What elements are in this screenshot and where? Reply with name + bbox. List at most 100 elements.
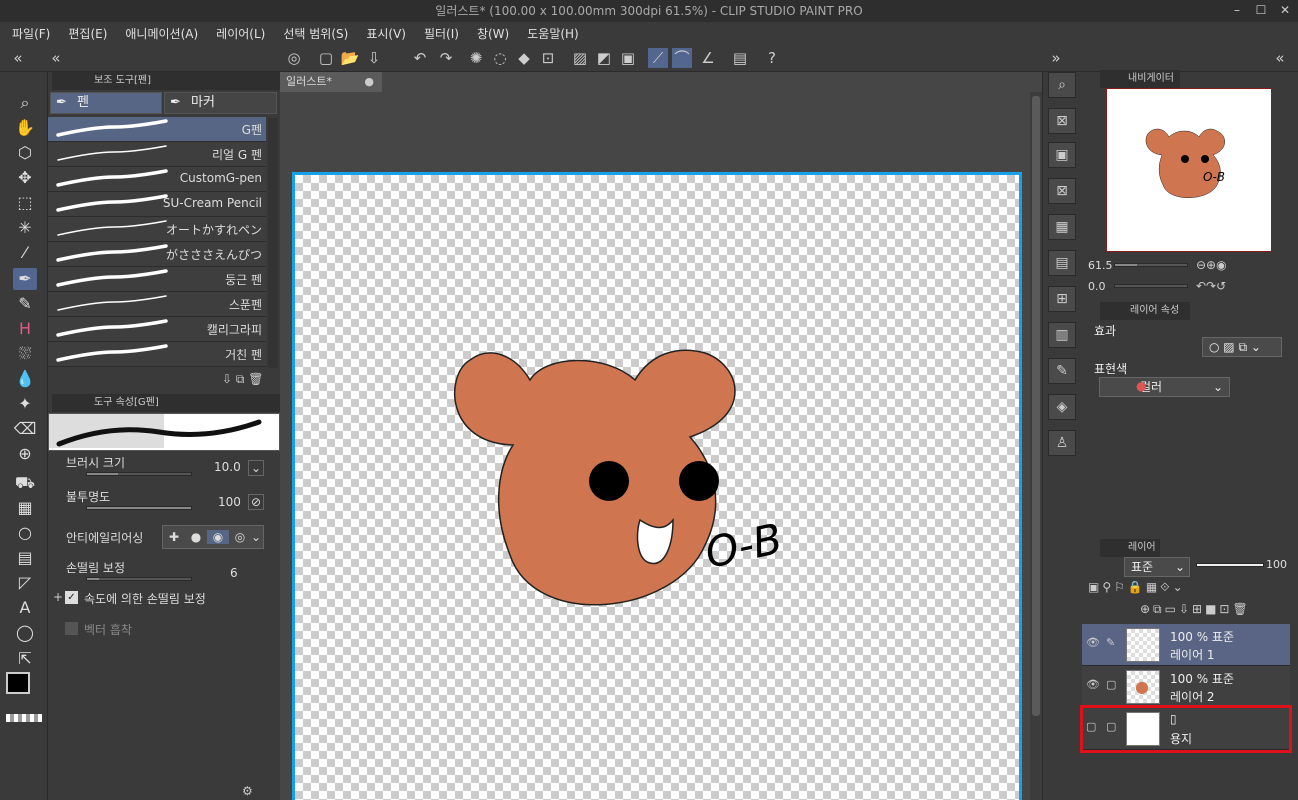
expand-right-icon[interactable]: « [1270, 48, 1290, 68]
layer-opacity-slider[interactable] [1196, 563, 1264, 567]
brush-item[interactable]: G펜 [48, 117, 266, 142]
delete-panel-icon[interactable]: ⊠ [1048, 178, 1076, 204]
magic-wand-tool-icon[interactable]: ✳ [13, 217, 37, 239]
navigator-rotation-value[interactable]: 0.0 [1088, 280, 1106, 293]
menu-help[interactable]: 도움말(H) [527, 25, 579, 42]
effect-selector[interactable]: ○ ▨ ⧉ ⌄ [1202, 337, 1282, 357]
brush-item[interactable]: がさささえんぴつ [48, 242, 266, 267]
fill-icon[interactable]: ◆ [514, 48, 534, 68]
auto-action-icon[interactable]: ✎ [1048, 358, 1076, 384]
stabilization-slider[interactable] [86, 577, 192, 581]
loading-icon[interactable]: ✺ [466, 48, 486, 68]
hand-tool-icon[interactable]: ✋ [13, 117, 37, 139]
decoration-tool-icon[interactable]: ✦ [13, 393, 37, 415]
brush-item[interactable]: 거친 펜 [48, 342, 266, 367]
layer-search-icon[interactable]: ◈ [1048, 394, 1076, 420]
brush-item[interactable]: オートかすれペン [48, 217, 266, 242]
rotation-buttons-icon[interactable]: ↶↷↺ [1196, 279, 1226, 293]
canvas-scrollbar-thumb[interactable] [1032, 96, 1040, 716]
save-icon[interactable]: ⇩ [364, 48, 384, 68]
antialias-none-icon[interactable]: ✚ [163, 530, 185, 544]
help-icon[interactable]: ? [762, 48, 782, 68]
snap-grid-icon[interactable]: ∠ [698, 48, 718, 68]
layer-row[interactable]: 👁 ✎ 100 % 표준 레이어 1 [1082, 624, 1290, 666]
search-icon[interactable]: ⌕ [1048, 72, 1076, 98]
fill-tool-icon[interactable]: ⛟ [13, 472, 37, 494]
antialias-strong-icon[interactable]: ◎ [229, 530, 251, 544]
layer-opacity-value[interactable]: 100 [1266, 558, 1287, 571]
brush-item[interactable]: 둥근 펜 [48, 267, 266, 292]
antialias-chevron-icon[interactable]: ⌄ [251, 530, 261, 544]
main-color-swatch[interactable] [6, 672, 30, 694]
navigator-rotation-slider[interactable] [1114, 284, 1188, 288]
menu-filter[interactable]: 필터(I) [424, 25, 459, 42]
history-icon[interactable]: ▤ [1048, 250, 1076, 276]
brush-item[interactable]: 리얼 G 펜 [48, 142, 266, 167]
collapse-right-icon[interactable]: » [1046, 48, 1066, 68]
opacity-value[interactable]: 100 [218, 495, 241, 509]
sub-view-icon[interactable]: ⊞ [1048, 286, 1076, 312]
drawing-canvas[interactable]: O-B [292, 172, 1022, 800]
balloon-tool-icon[interactable]: ◯ [13, 622, 37, 644]
layer-tab[interactable]: 레이어 [1100, 539, 1160, 557]
stabilization-value[interactable]: 6 [230, 566, 238, 580]
snap-special-icon[interactable]: ⌒ [672, 48, 692, 68]
antialias-medium-icon[interactable]: ◉ [207, 530, 229, 544]
visibility-eye-icon[interactable]: 👁 [1086, 636, 1100, 649]
figure-tool-icon[interactable]: ○ [13, 522, 37, 544]
vector-snap-checkbox[interactable] [65, 622, 78, 635]
layer-property-tab[interactable]: 레이어 속성 [1100, 302, 1190, 320]
brush-item[interactable]: SU-Cream Pencil [48, 192, 266, 217]
blend-tool-icon[interactable]: 💧 [13, 368, 37, 390]
navigator-zoom-slider[interactable] [1114, 263, 1188, 267]
layer-row[interactable]: 👁 ▢ ● 100 % 표준 레이어 2 [1082, 666, 1290, 708]
brush-size-value[interactable]: 10.0 [214, 460, 241, 474]
brush-item[interactable]: 캘리그라피 [48, 317, 266, 342]
operation-tool-icon[interactable]: ⇱ [13, 648, 37, 670]
zoom-buttons-icon[interactable]: ⊖⊕◉ [1196, 258, 1227, 272]
document-tab[interactable]: 일러스트* ● [280, 72, 382, 92]
zoom-tool-icon[interactable]: ⌕ [13, 92, 37, 114]
transform-icon[interactable]: ⊡ [538, 48, 558, 68]
menu-selection[interactable]: 선택 범위(S) [283, 25, 348, 42]
tab-marker[interactable]: 마커 [164, 92, 277, 114]
expression-color-dropdown[interactable]: 컬러 ⌄ [1099, 377, 1230, 397]
move-tool-icon[interactable]: ✥ [13, 167, 37, 189]
document-tab-close-icon[interactable]: ● [364, 72, 374, 92]
menu-window[interactable]: 창(W) [477, 25, 509, 42]
edit-slot-icon[interactable]: ▢ [1106, 678, 1116, 691]
character-icon[interactable]: ♙ [1048, 430, 1076, 456]
eyedropper-tool-icon[interactable]: ⁄ [13, 242, 37, 264]
material-icon[interactable]: ▣ [1048, 142, 1076, 168]
ruler-tool-icon[interactable]: ◸ [13, 572, 37, 594]
maximize-button[interactable]: ☐ [1254, 3, 1268, 17]
navigator-preview[interactable]: O-B [1106, 88, 1272, 252]
clip-studio-icon[interactable]: ◎ [284, 48, 304, 68]
brush-list-scrollbar[interactable] [268, 118, 278, 368]
menu-view[interactable]: 표시(V) [366, 25, 406, 42]
new-file-icon[interactable]: ▢ [316, 48, 336, 68]
device-icon[interactable]: ▤ [730, 48, 750, 68]
opacity-slider[interactable] [86, 506, 192, 510]
layer-action-icons[interactable]: ⊕⧉▭⇩⊞■⊡🗑 [1140, 602, 1251, 617]
edit-pencil-icon[interactable]: ✎ [1106, 636, 1115, 649]
eraser-tool-icon[interactable]: ⌫ [13, 418, 37, 440]
item-bank-icon[interactable]: ▥ [1048, 322, 1076, 348]
collapse-left-icon[interactable]: « [8, 48, 28, 68]
minimize-button[interactable]: – [1230, 3, 1244, 17]
pen-tool-icon[interactable]: ✒ [13, 268, 37, 290]
antialias-selector[interactable]: ✚ ● ◉ ◎ ⌄ [162, 525, 264, 549]
transparent-color-swatch[interactable] [6, 714, 42, 722]
expand-plus-icon[interactable]: + [53, 590, 63, 604]
speed-stabilization-checkbox[interactable]: ✓ [65, 591, 78, 604]
tool-property-settings-icon[interactable]: ⚙ [242, 784, 253, 798]
close-button[interactable]: ✕ [1278, 3, 1292, 17]
brush-tool-icon[interactable]: H [13, 318, 37, 340]
invert-icon[interactable]: ◩ [594, 48, 614, 68]
layer-lock-icons[interactable]: ▣⚲⚐🔒▦⟐⌄ [1088, 580, 1186, 595]
pencil-tool-icon[interactable]: ✎ [13, 293, 37, 315]
open-file-icon[interactable]: 📂 [340, 48, 360, 68]
brush-item[interactable]: 스푼펜 [48, 292, 266, 317]
brush-size-slider[interactable] [86, 472, 192, 476]
brush-item[interactable]: CustomG-pen [48, 167, 266, 192]
